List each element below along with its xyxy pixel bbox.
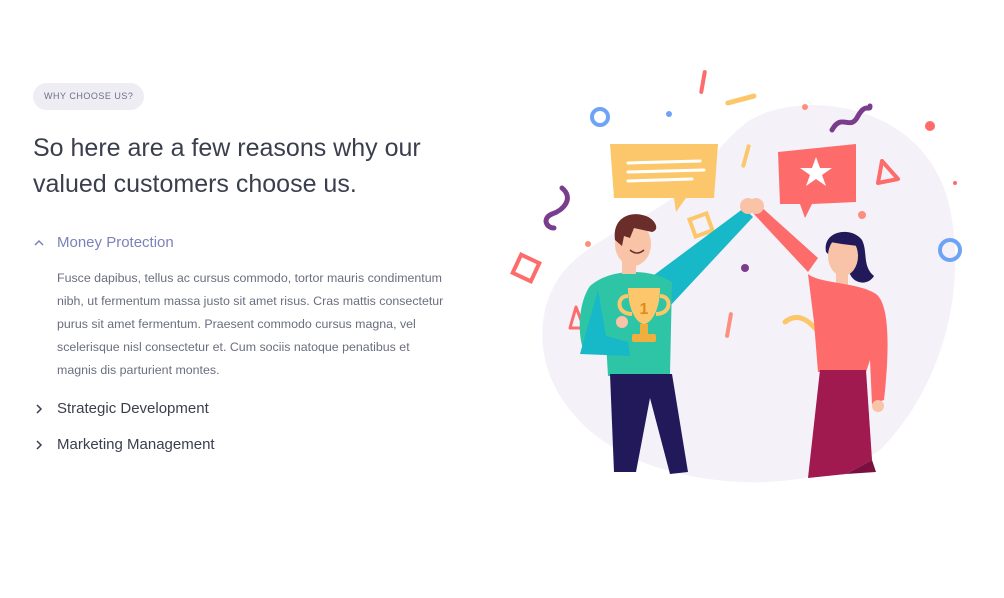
confetti-bar bbox=[699, 70, 707, 94]
section-title-line-2: valued customers choose us. bbox=[33, 170, 357, 198]
section-title-line-1: So here are a few reasons why our bbox=[33, 134, 421, 162]
confetti-dot bbox=[741, 264, 749, 272]
confetti-dot bbox=[858, 211, 866, 219]
accordion-title: Marketing Management bbox=[57, 436, 215, 453]
accordion-header-money-protection[interactable]: Money Protection bbox=[33, 234, 473, 251]
chevron-right-icon bbox=[36, 439, 43, 450]
accordion-title: Money Protection bbox=[57, 234, 174, 251]
accordion-title: Strategic Development bbox=[57, 400, 209, 417]
confetti-squiggle bbox=[543, 185, 570, 231]
section-badge: WHY CHOOSE US? bbox=[33, 83, 145, 110]
confetti-ring-blue bbox=[590, 107, 610, 127]
confetti-dot bbox=[802, 104, 808, 110]
section-title: So here are a few reasons why our valued… bbox=[33, 130, 473, 202]
accordion-header-marketing-management[interactable]: Marketing Management bbox=[33, 436, 473, 453]
chevron-up-icon bbox=[34, 239, 44, 246]
accordion-item-marketing-management: Marketing Management bbox=[33, 436, 473, 453]
confetti-dot bbox=[953, 181, 957, 185]
accordion-body: Fusce dapibus, tellus ac cursus commodo,… bbox=[57, 271, 444, 377]
confetti-bar bbox=[725, 93, 757, 106]
accordion-item-money-protection: Money Protection Fusce dapibus, tellus a… bbox=[33, 234, 473, 382]
high-five-illustration: 1 bbox=[510, 70, 962, 483]
accordion-item-strategic-development: Strategic Development bbox=[33, 400, 473, 417]
confetti-square bbox=[510, 252, 542, 284]
confetti-dot bbox=[585, 241, 591, 247]
trophy-number: 1 bbox=[640, 301, 649, 318]
accordion-header-strategic-development[interactable]: Strategic Development bbox=[33, 400, 473, 417]
confetti-dot bbox=[666, 111, 672, 117]
chevron-right-icon bbox=[36, 403, 43, 414]
confetti-dot bbox=[925, 121, 935, 131]
